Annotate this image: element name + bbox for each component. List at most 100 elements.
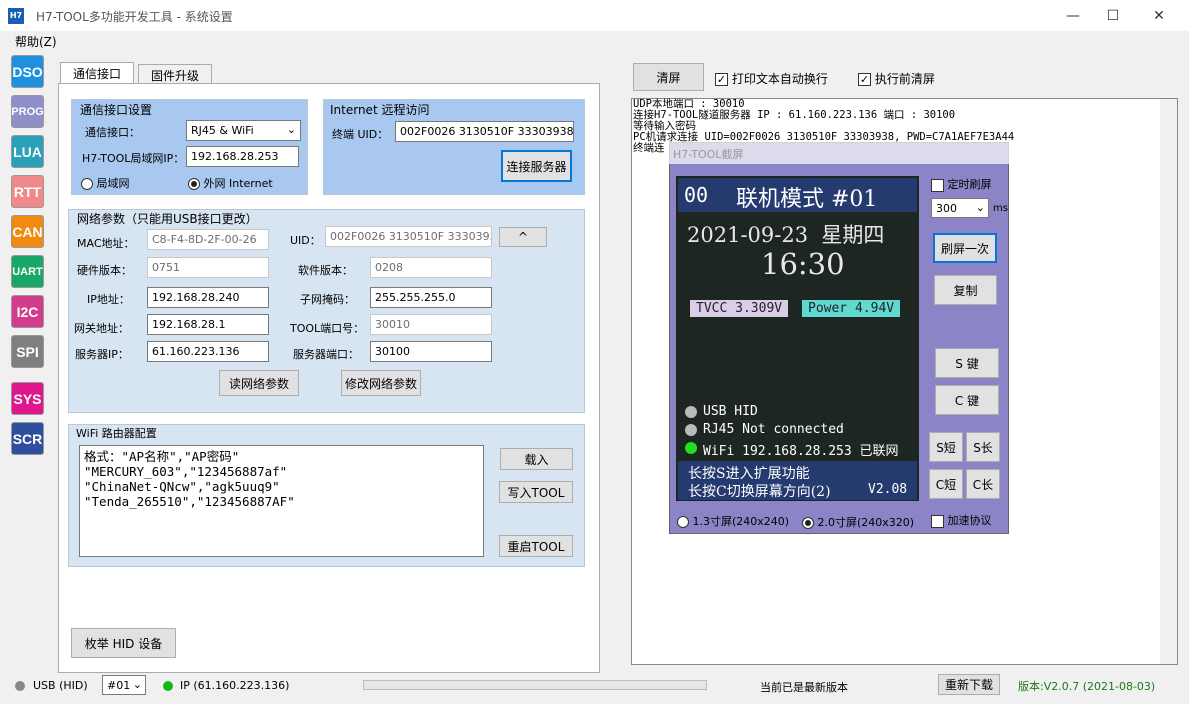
expand-button[interactable]: ^ (499, 227, 547, 247)
ip-input[interactable]: 192.168.28.253 (186, 146, 299, 167)
accel-checkbox[interactable] (931, 514, 944, 528)
redownload-button[interactable]: 重新下载 (938, 674, 1000, 695)
timer-label: 定时刷屏 (947, 178, 992, 191)
s-key-button[interactable]: S 键 (935, 348, 999, 378)
uid-label: 终端 UID： (332, 128, 389, 141)
s-short-button[interactable]: S短 (929, 432, 963, 462)
refresh-once-button[interactable]: 刷屏一次 (933, 233, 997, 263)
wrap-checkbox[interactable]: ✓ (715, 73, 728, 86)
opt-clear-label: 执行前清屏 (874, 72, 935, 86)
srv-input[interactable]: 61.160.223.136 (147, 341, 269, 362)
mask-input[interactable]: 255.255.255.0 (370, 287, 492, 308)
iface-select[interactable]: RJ45 & WiFi ⌄ (186, 120, 301, 141)
lcd-hint1: 长按S进入扩展功能 (688, 466, 810, 482)
srvport-label: 服务器端口： (293, 348, 359, 361)
sidebar-item-dso[interactable]: DSO (11, 55, 44, 88)
lcd-wifi: WiFi 192.168.28.253 已联网 (703, 444, 899, 459)
wifi-textarea[interactable]: 格式："AP名称","AP密码" "MERCURY_603","12345688… (79, 445, 484, 557)
size2-row[interactable]: 2.0寸屏(240x320) (802, 514, 914, 530)
size1-label: 1.3寸屏(240x240) (692, 515, 790, 528)
status-msg: 当前已是最新版本 (760, 681, 848, 694)
opt-wrap-row[interactable]: ✓ 打印文本自动换行 (715, 70, 828, 87)
timer-row[interactable]: 定时刷屏 (931, 176, 992, 192)
copy-button[interactable]: 复制 (934, 275, 997, 305)
accel-row[interactable]: 加速协议 (931, 512, 992, 528)
sw-label: 软件版本： (298, 264, 353, 277)
wifi-title: WiFi 路由器配置 (76, 427, 157, 440)
sidebar-item-rtt[interactable]: RTT (11, 175, 44, 208)
hw-field[interactable]: 0751 (147, 257, 269, 278)
log-scrollbar[interactable] (1160, 99, 1177, 664)
usb-status-icon (685, 406, 697, 418)
window-title: H7-TOOL多功能开发工具 - 系统设置 (36, 10, 233, 24)
chevron-down-icon: ⌄ (286, 123, 296, 136)
opt-clear-row[interactable]: ✓ 执行前清屏 (858, 70, 935, 87)
size1-radio[interactable] (677, 516, 689, 528)
sidebar-item-scr[interactable]: SCR (11, 422, 44, 455)
enum-hid-button[interactable]: 枚举 HID 设备 (71, 628, 176, 658)
device-value: #01 (107, 679, 131, 692)
sidebar-item-uart[interactable]: UART (11, 255, 44, 288)
mac-label: MAC地址： (77, 237, 135, 250)
port-field[interactable]: 30010 (370, 314, 492, 335)
sidebar-item-i2c[interactable]: I2C (11, 295, 44, 328)
restart-tool-button[interactable]: 重启TOOL (499, 535, 573, 557)
radio-lan-row[interactable]: 局域网 (81, 175, 130, 191)
menu-help[interactable]: 帮助(Z) (15, 33, 57, 50)
size1-row[interactable]: 1.3寸屏(240x240) (677, 513, 789, 529)
uid2-field[interactable]: 002F0026 3130510F 33303938 (325, 226, 492, 247)
ipaddr-input[interactable]: 192.168.28.240 (147, 287, 269, 308)
tab-comm[interactable]: 通信接口 (60, 62, 135, 85)
c-short-button[interactable]: C短 (929, 469, 963, 499)
radio-lan[interactable] (81, 178, 93, 190)
radio-wan-row[interactable]: 外网 Internet (188, 175, 273, 191)
lcd-tvcc: TVCC 3.309V (690, 300, 789, 317)
radio-wan-label: 外网 Internet (203, 177, 273, 190)
mask-label: 子网掩码： (300, 293, 355, 306)
sw-field[interactable]: 0208 (370, 257, 492, 278)
timer-checkbox[interactable] (931, 178, 944, 192)
load-button[interactable]: 载入 (500, 448, 573, 470)
write-tool-button[interactable]: 写入TOOL (499, 481, 573, 503)
s-long-button[interactable]: S长 (966, 432, 1000, 462)
device-select[interactable]: #01 ⌄ (102, 675, 146, 695)
size2-radio[interactable] (802, 517, 814, 529)
size2-label: 2.0寸屏(240x320) (817, 516, 915, 529)
sidebar-item-sys[interactable]: SYS (11, 382, 44, 415)
app-icon: H7 (8, 8, 24, 24)
ipaddr-label: IP地址： (87, 293, 130, 306)
mac-field[interactable]: C8-F4-8D-2F-00-26 (147, 229, 269, 250)
tab-firmware[interactable]: 固件升级 (138, 64, 213, 84)
maximize-button[interactable]: ☐ (1090, 0, 1136, 31)
sidebar-item-lua[interactable]: LUA (11, 135, 44, 168)
interval-select[interactable]: 300 ⌄ (931, 198, 989, 218)
title-bar: H7 H7-TOOL多功能开发工具 - 系统设置 — ☐ ✕ (0, 0, 1189, 31)
sidebar-item-prog[interactable]: PROG (11, 95, 44, 128)
sidebar-item-can[interactable]: CAN (11, 215, 44, 248)
c-long-button[interactable]: C长 (966, 469, 1000, 499)
write-net-button[interactable]: 修改网络参数 (341, 370, 421, 396)
gw-input[interactable]: 192.168.28.1 (147, 314, 269, 335)
clear-checkbox[interactable]: ✓ (858, 73, 871, 86)
lcd-usb: USB HID (703, 404, 758, 419)
status-ip: IP (61.160.223.136) (180, 679, 290, 692)
lcd-hint2: 长按C切换屏幕方向(2) (688, 484, 831, 500)
rj45-status-icon (685, 424, 697, 436)
sidebar-item-spi[interactable]: SPI (11, 335, 44, 368)
ip-indicator-icon (163, 681, 173, 691)
chevron-down-icon: ⌄ (132, 678, 142, 691)
srvport-input[interactable]: 30100 (370, 341, 492, 362)
status-version: 版本:V2.0.7 (2021-08-03) (1018, 680, 1156, 693)
radio-wan[interactable] (188, 178, 200, 190)
close-button[interactable]: ✕ (1136, 0, 1182, 31)
uid2-label: UID： (290, 234, 321, 247)
uid-input[interactable]: 002F0026 3130510F 33303938 (395, 121, 574, 142)
chevron-down-icon: ⌄ (975, 201, 985, 214)
clear-button[interactable]: 清屏 (633, 63, 704, 91)
c-key-button[interactable]: C 键 (935, 385, 999, 415)
read-net-button[interactable]: 读网络参数 (219, 370, 299, 396)
iface-label: 通信接口： (85, 126, 140, 139)
net-title: 网络参数（只能用USB接口更改） (77, 212, 258, 226)
connect-server-button[interactable]: 连接服务器 (501, 150, 572, 182)
lcd-date: 2021-09-23 星期四 (687, 223, 885, 247)
